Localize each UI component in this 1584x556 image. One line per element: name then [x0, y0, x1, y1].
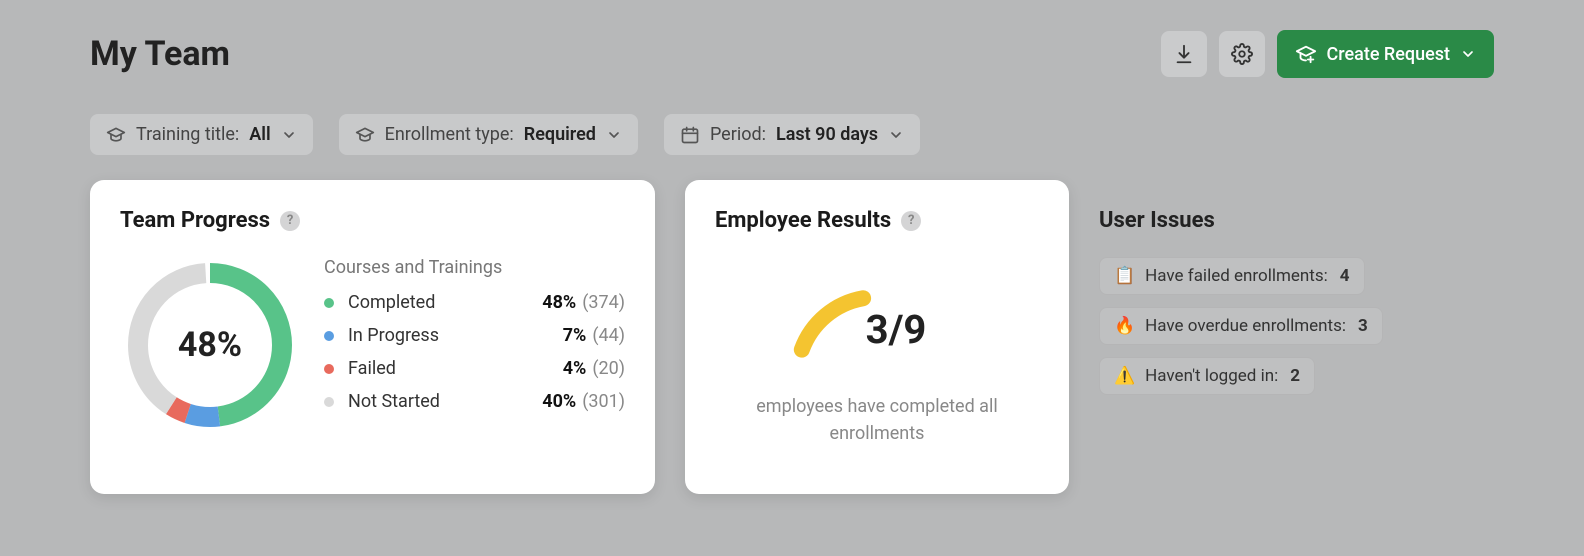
employee-results-card: Employee Results ? 3/9 employees have co… [685, 180, 1069, 494]
filter-period[interactable]: Period: Last 90 days [664, 114, 920, 155]
filter-row: Training title: All Enrollment type: Req… [90, 114, 1494, 155]
legend-percent: 4% [563, 358, 587, 379]
issue-count: 3 [1358, 316, 1368, 336]
issue-label: Have overdue enrollments: [1145, 316, 1346, 336]
filter-value: Required [524, 124, 596, 145]
filter-training-title[interactable]: Training title: All [90, 114, 313, 155]
card-title: Employee Results [715, 208, 891, 233]
page-title: My Team [90, 34, 230, 74]
create-request-button[interactable]: Create Request [1277, 30, 1494, 78]
issue-pill[interactable]: 📋 Have failed enrollments: 4 [1099, 257, 1365, 295]
legend-label: In Progress [348, 325, 563, 346]
graduation-add-icon [1295, 43, 1317, 65]
issue-icon: 🔥 [1114, 316, 1135, 336]
chevron-down-icon [1460, 46, 1476, 62]
user-issues-title: User Issues [1099, 208, 1383, 233]
card-title: Team Progress [120, 208, 270, 233]
download-button[interactable] [1161, 31, 1207, 77]
legend-count: (20) [592, 358, 625, 379]
issue-label: Have failed enrollments: [1145, 266, 1328, 286]
chevron-down-icon [281, 127, 297, 143]
download-icon [1173, 43, 1195, 65]
graduation-icon [106, 125, 126, 145]
legend-row: Failed4%(20) [324, 358, 625, 379]
team-progress-donut-chart: 48% [120, 255, 300, 435]
gear-icon [1231, 43, 1253, 65]
issue-label: Haven't logged in: [1145, 366, 1278, 386]
page-header: My Team Create Request [90, 30, 1494, 78]
filter-label: Training title: [136, 124, 239, 145]
legend-count: (44) [592, 325, 625, 346]
team-progress-card: Team Progress ? 48% Courses and Training… [90, 180, 655, 494]
legend-label: Completed [348, 292, 542, 313]
filter-value: All [249, 124, 270, 145]
legend-dot [324, 397, 334, 407]
legend-dot [324, 364, 334, 374]
legend-percent: 7% [563, 325, 587, 346]
chevron-down-icon [888, 127, 904, 143]
header-actions: Create Request [1161, 30, 1494, 78]
legend-percent: 48% [542, 292, 576, 313]
dashboard-cards: Team Progress ? 48% Courses and Training… [90, 180, 1494, 494]
help-icon[interactable]: ? [280, 211, 300, 231]
legend: Courses and Trainings Completed48% (374) I… [324, 255, 625, 424]
issue-pill[interactable]: ⚠️ Haven't logged in: 2 [1099, 357, 1315, 395]
employee-results-gauge: 3/9 [767, 267, 987, 387]
create-request-label: Create Request [1327, 44, 1450, 65]
legend-count: (301) [582, 391, 625, 412]
help-icon[interactable]: ? [901, 211, 921, 231]
filter-label: Period: [710, 124, 766, 145]
issue-count: 2 [1290, 366, 1300, 386]
settings-button[interactable] [1219, 31, 1265, 77]
employee-results-caption: employees have completed all enrollments [715, 393, 1039, 447]
legend-count: (374) [582, 292, 625, 313]
filter-value: Last 90 days [776, 124, 878, 145]
issue-count: 4 [1340, 266, 1350, 286]
chevron-down-icon [606, 127, 622, 143]
calendar-icon [680, 125, 700, 145]
donut-center-value: 48% [120, 255, 300, 435]
legend-heading: Courses and Trainings [324, 257, 625, 278]
legend-percent: 40% [542, 391, 576, 412]
legend-dot [324, 298, 334, 308]
issue-pill[interactable]: 🔥 Have overdue enrollments: 3 [1099, 307, 1383, 345]
legend-row: Completed48% (374) [324, 292, 625, 313]
filter-label: Enrollment type: [385, 124, 514, 145]
legend-row: In Progress7%(44) [324, 325, 625, 346]
issue-icon: 📋 [1114, 266, 1135, 286]
filter-enrollment-type[interactable]: Enrollment type: Required [339, 114, 638, 155]
legend-row: Not Started40% (301) [324, 391, 625, 412]
issue-icon: ⚠️ [1114, 366, 1135, 386]
user-issues-panel: User Issues 📋 Have failed enrollments: 4 🔥 H… [1099, 180, 1383, 407]
graduation-icon [355, 125, 375, 145]
legend-label: Failed [348, 358, 563, 379]
legend-dot [324, 331, 334, 341]
legend-label: Not Started [348, 391, 542, 412]
